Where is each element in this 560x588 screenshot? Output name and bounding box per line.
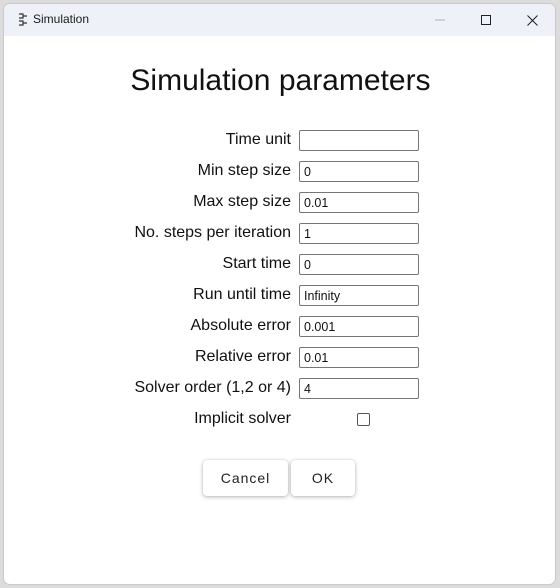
relative-error-input[interactable] (299, 347, 419, 368)
absolute-error-row: Absolute error (4, 316, 555, 338)
max-step-size-row: Max step size (4, 192, 555, 214)
time-unit-input[interactable] (299, 130, 419, 151)
maximize-button[interactable] (463, 4, 509, 36)
max-step-size-input[interactable] (299, 192, 419, 213)
minimize-icon (435, 19, 445, 21)
time-unit-row: Time unit (4, 130, 555, 152)
run-until-time-label: Run until time (193, 286, 291, 303)
app-icon (19, 13, 27, 26)
start-time-input[interactable] (299, 254, 419, 275)
maximize-icon (481, 15, 491, 25)
steps-per-iteration-label: No. steps per iteration (134, 224, 291, 241)
min-step-size-label: Min step size (197, 162, 291, 179)
absolute-error-label: Absolute error (190, 317, 292, 334)
absolute-error-input[interactable] (299, 316, 419, 337)
steps-per-iteration-row: No. steps per iteration (4, 223, 555, 245)
steps-per-iteration-input[interactable] (299, 223, 419, 244)
ok-button[interactable]: OK (291, 460, 355, 496)
min-step-size-input[interactable] (299, 161, 419, 182)
time-unit-label: Time unit (225, 131, 291, 148)
implicit-solver-row: Implicit solver (4, 409, 555, 431)
cancel-button[interactable]: Cancel (203, 460, 288, 496)
run-until-time-input[interactable] (299, 285, 419, 306)
relative-error-label: Relative error (194, 348, 291, 365)
solver-order-row: Solver order (1,2 or 4) (4, 378, 555, 400)
title-bar[interactable]: Simulation (4, 4, 555, 36)
implicit-solver-checkbox[interactable] (357, 413, 370, 426)
run-until-time-row: Run until time (4, 285, 555, 307)
start-time-row: Start time (4, 254, 555, 276)
solver-order-input[interactable] (299, 378, 419, 399)
page-title: Simulation parameters (130, 64, 431, 97)
min-step-size-row: Min step size (4, 161, 555, 183)
close-icon (526, 14, 538, 26)
window-title: Simulation (33, 12, 90, 26)
relative-error-row: Relative error (4, 347, 555, 369)
max-step-size-label: Max step size (193, 193, 291, 210)
close-button[interactable] (509, 4, 555, 36)
start-time-label: Start time (222, 255, 291, 272)
implicit-solver-label: Implicit solver (194, 410, 291, 427)
solver-order-label: Solver order (1,2 or 4) (134, 379, 291, 396)
simulation-window: Simulation Simulation parameters Time un… (3, 3, 556, 585)
minimize-button[interactable] (417, 4, 463, 36)
